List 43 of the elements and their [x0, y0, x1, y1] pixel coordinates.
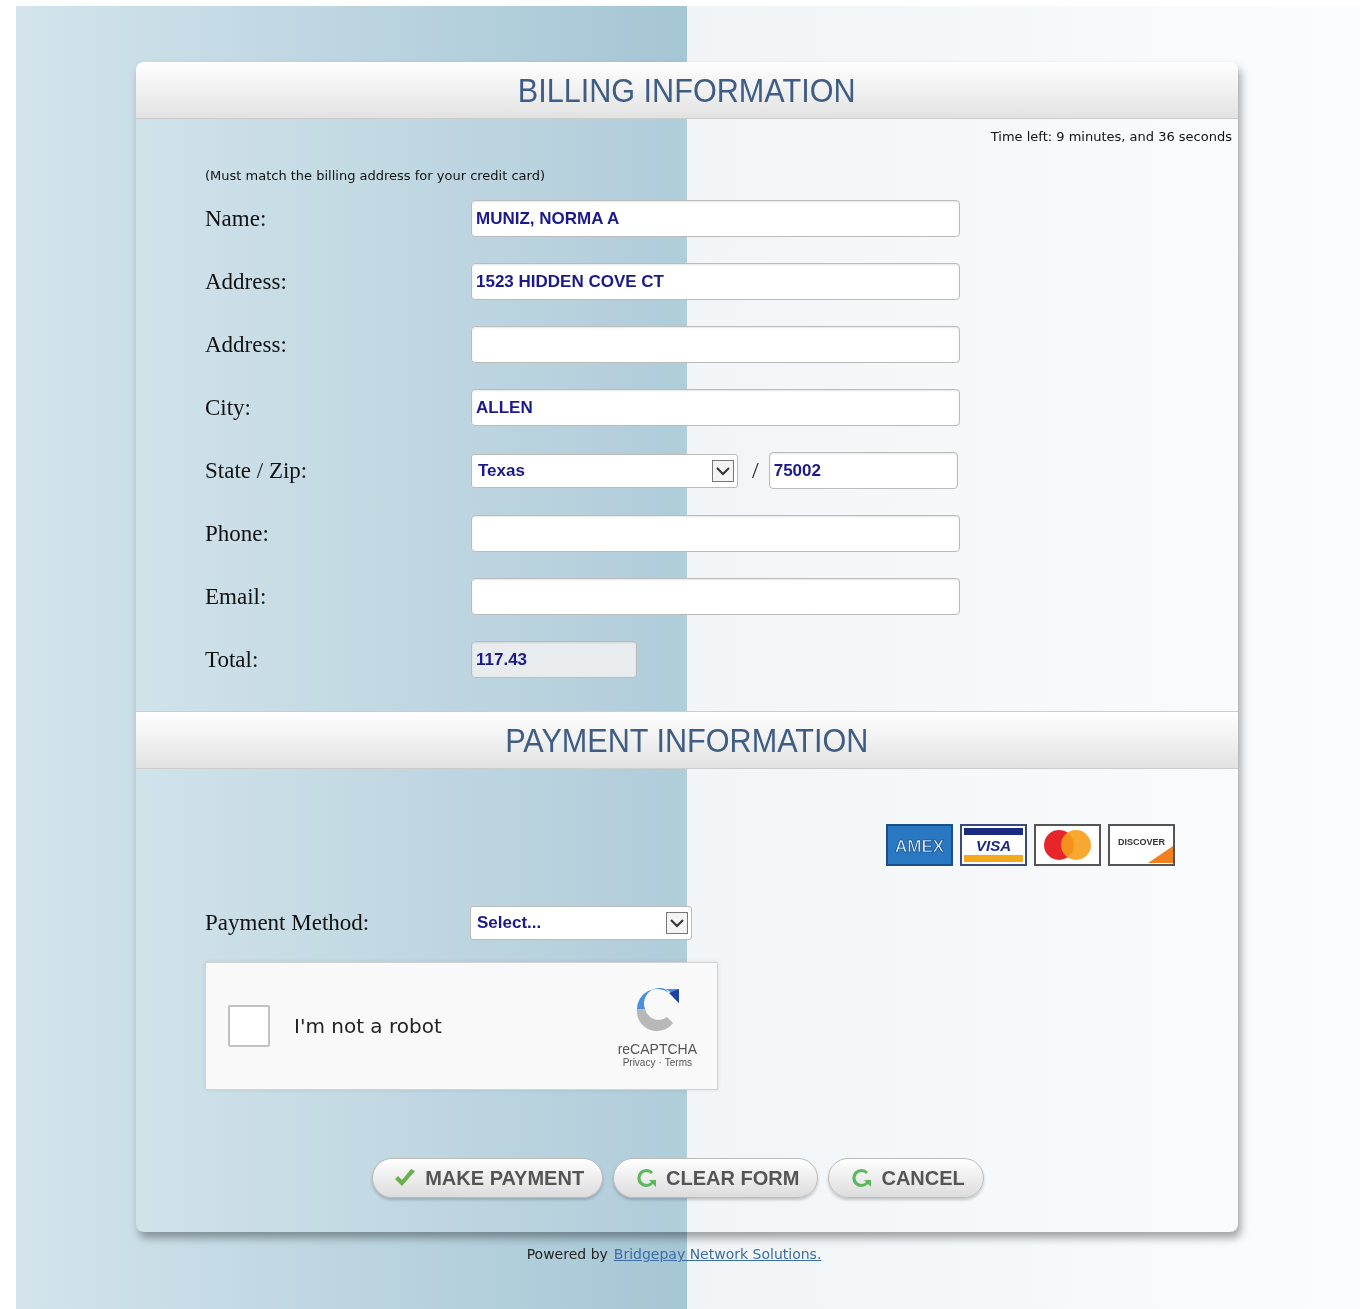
section-title: BILLING INFORMATION [518, 70, 856, 110]
input-field[interactable] [471, 326, 960, 363]
input-field: 117.43 [471, 641, 637, 678]
make-payment-button[interactable]: MAKE PAYMENT [372, 1158, 604, 1198]
form-button[interactable]: CANCEL [828, 1158, 984, 1198]
field-label: City: [205, 394, 252, 421]
input-field[interactable]: ALLEN [471, 389, 960, 426]
captcha-checkbox[interactable] [228, 1005, 270, 1047]
field-label: Payment Method: [205, 910, 371, 936]
link-separator: · [658, 1057, 662, 1068]
captcha-brand: reCAPTCHA [617, 1041, 697, 1057]
state-select[interactable]: Texas [471, 453, 738, 488]
separator-slash: / [752, 457, 759, 484]
card-logo: AMEX [886, 824, 953, 866]
curved-arrow-icon [634, 1167, 659, 1189]
chevron-down-icon [666, 912, 688, 934]
captcha-link[interactable]: Privacy [622, 1057, 656, 1068]
card-logo [1034, 824, 1101, 866]
field-label: Address: [205, 331, 288, 358]
field-label: State / Zip: [205, 457, 309, 484]
countdown-timer: Time left: 9 minutes, and 36 seconds [990, 129, 1232, 144]
billing-note: (Must match the billing address for your credit card) [204, 167, 546, 183]
chevron-down-icon [712, 459, 734, 482]
card-logo: VISA [960, 824, 1027, 866]
card-logo: DISCOVER [1108, 824, 1175, 866]
input-field[interactable] [471, 515, 960, 552]
input-field[interactable] [471, 578, 960, 615]
field-label: Phone: [205, 520, 270, 547]
input-field[interactable]: 1523 HIDDEN COVE CT [471, 263, 960, 300]
input-field[interactable]: MUNIZ, NORMA A [471, 200, 960, 237]
field-label: Total: [205, 646, 260, 673]
captcha-link[interactable]: Terms [664, 1057, 692, 1068]
field-label: Name: [205, 205, 268, 232]
form-button[interactable]: CLEAR FORM [613, 1158, 819, 1198]
field-label: Address: [205, 268, 288, 295]
section-title: PAYMENT INFORMATION [505, 720, 869, 760]
field-label: Email: [205, 583, 268, 610]
curved-arrow-icon [849, 1167, 874, 1189]
payment-method-select[interactable]: Select... [470, 906, 692, 940]
captcha-label: I'm not a robot [294, 1014, 442, 1038]
footer-text: Powered by [526, 1246, 608, 1262]
footer-link[interactable]: Bridgepay Network Solutions. [613, 1246, 822, 1262]
zip-field[interactable]: 75002 [768, 452, 958, 489]
